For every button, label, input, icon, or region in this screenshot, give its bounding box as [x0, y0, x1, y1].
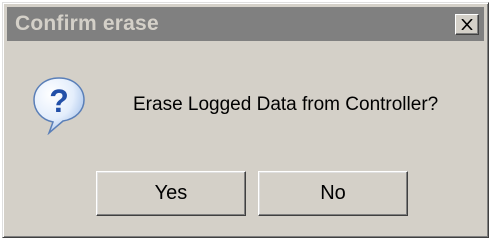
window-title: Confirm erase — [15, 12, 159, 35]
title-bar[interactable]: Confirm erase — [7, 7, 484, 41]
close-button[interactable] — [455, 14, 479, 35]
yes-button[interactable]: Yes — [96, 171, 246, 216]
no-button[interactable]: No — [258, 171, 408, 216]
confirm-message: Erase Logged Data from Controller? — [133, 94, 439, 115]
close-icon — [461, 19, 473, 30]
question-icon: ? — [33, 77, 85, 135]
confirm-erase-dialog: Confirm erase ? Erase Logged Data from C… — [2, 2, 489, 238]
svg-text:?: ? — [49, 83, 69, 119]
